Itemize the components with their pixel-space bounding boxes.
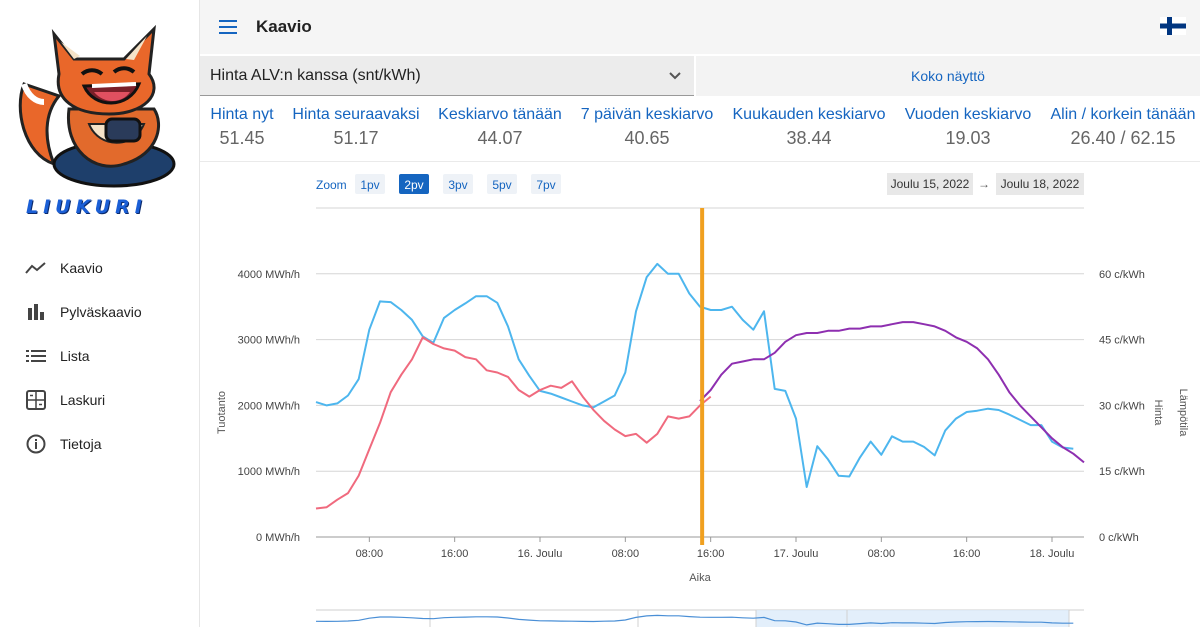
- stat-value: 51.45: [219, 128, 265, 148]
- line-chart-icon: [24, 256, 48, 280]
- left-axis-tick: 0 MWh/h: [256, 532, 300, 544]
- stats-bar: Hinta nyt 51.45 Hinta seuraavaksi 51.17 …: [200, 100, 1200, 162]
- sidebar-item-kaavio[interactable]: Kaavio: [0, 246, 200, 290]
- range-start-value: Joulu 15, 2022: [891, 177, 970, 191]
- stat-label: Hinta seuraavaksi: [292, 106, 420, 123]
- x-axis-tick: 16. Joulu: [518, 548, 563, 560]
- stat-label: Kuukauden keskiarvo: [732, 106, 886, 123]
- left-axis-title: Tuotanto: [216, 391, 228, 434]
- right-axis-title-price: Hinta: [1152, 400, 1164, 427]
- x-axis-tick: 16:00: [441, 548, 469, 560]
- stat-value: 51.17: [333, 128, 379, 148]
- sidebar-item-label: Kaavio: [60, 260, 103, 276]
- fox-logo: [18, 24, 176, 188]
- stat-min-max-today: Alin / korkein tänään 26.40 / 62.15: [1048, 106, 1198, 149]
- sidebar-item-label: Lista: [60, 348, 90, 364]
- zoom-label: Zoom: [316, 178, 347, 192]
- control-row: Hinta ALV:n kanssa (snt/kWh) Koko näyttö: [200, 56, 1200, 96]
- x-axis-tick: 08:00: [356, 548, 384, 560]
- price-type-select[interactable]: Hinta ALV:n kanssa (snt/kWh): [200, 56, 694, 96]
- sidebar-item-tietoja[interactable]: Tietoja: [0, 422, 200, 466]
- x-axis-tick: 08:00: [612, 548, 640, 560]
- x-axis-tick: 18. Joulu: [1030, 548, 1075, 560]
- chart-panel: Zoom 1pv 2pv 3pv 5pv 7pv Joulu 15, 2022 → Joulu …: [200, 163, 1200, 627]
- zoom-option-label: 2pv: [404, 178, 423, 192]
- stat-label: Alin / korkein tänään: [1050, 106, 1196, 123]
- calculator-icon: [24, 388, 48, 412]
- sidebar: LIUKURI Kaavio Pylväskaavio Lista Laskur…: [0, 0, 200, 627]
- stat-label: Vuoden keskiarvo: [904, 106, 1032, 123]
- stat-value: 19.03: [945, 128, 991, 148]
- zoom-option-label: 7pv: [536, 178, 555, 192]
- sidebar-item-pylvaskaavio[interactable]: Pylväskaavio: [0, 290, 200, 334]
- series-line-0: [315, 262, 1074, 488]
- right-axis-tick: 45 c/kWh: [1099, 335, 1145, 347]
- left-axis-tick: 1000 MWh/h: [238, 466, 300, 478]
- hamburger-menu-icon[interactable]: [200, 0, 256, 54]
- right-axis-tick: 60 c/kWh: [1099, 269, 1145, 281]
- zoom-option-label: 3pv: [448, 178, 467, 192]
- right-axis-tick: 15 c/kWh: [1099, 466, 1145, 478]
- chevron-down-icon: [669, 72, 681, 80]
- x-axis-tick: 16:00: [697, 548, 725, 560]
- price-production-chart[interactable]: Zoom 1pv 2pv 3pv 5pv 7pv Joulu 15, 2022 → Joulu …: [200, 163, 1200, 627]
- right-axis-tick: 0 c/kWh: [1099, 532, 1139, 544]
- sidebar-item-label: Pylväskaavio: [60, 304, 142, 320]
- app-root: LIUKURI Kaavio Pylväskaavio Lista Laskur…: [0, 0, 1200, 627]
- series-line-2: [699, 321, 1085, 464]
- sidebar-item-lista[interactable]: Lista: [0, 334, 200, 378]
- right-axis-tick: 30 c/kWh: [1099, 400, 1145, 412]
- stat-7-day-average: 7 päivän keskiarvo 40.65: [578, 106, 716, 149]
- page-title: Kaavio: [256, 17, 312, 36]
- stat-price-next: Hinta seuraavaksi 51.17: [290, 106, 422, 149]
- zoom-option-label: 5pv: [492, 178, 511, 192]
- sidebar-nav: Kaavio Pylväskaavio Lista Laskuri Tietoj…: [0, 246, 200, 466]
- x-axis-title: Aika: [689, 572, 711, 584]
- series-line-1: [315, 336, 712, 510]
- stat-value: 44.07: [477, 128, 523, 148]
- range-arrow-icon: →: [978, 177, 990, 191]
- bar-chart-icon: [24, 300, 48, 324]
- x-axis-tick: 16:00: [953, 548, 981, 560]
- stat-average-today: Keskiarvo tänään 44.07: [436, 106, 564, 149]
- left-axis-tick: 3000 MWh/h: [238, 335, 300, 347]
- app-logo-text: LIUKURI: [26, 196, 147, 218]
- stat-label: Keskiarvo tänään: [438, 106, 562, 123]
- top-bar: Kaavio: [200, 0, 1200, 54]
- left-axis-tick: 4000 MWh/h: [238, 269, 300, 281]
- stat-year-average: Vuoden keskiarvo 19.03: [902, 106, 1034, 149]
- stat-value: 40.65: [624, 128, 670, 148]
- x-axis-tick: 17. Joulu: [774, 548, 819, 560]
- stat-label: 7 päivän keskiarvo: [580, 106, 714, 123]
- stat-value: 26.40 / 62.15: [1070, 128, 1176, 148]
- x-axis-tick: 08:00: [868, 548, 896, 560]
- sidebar-item-laskuri[interactable]: Laskuri: [0, 378, 200, 422]
- stat-value: 38.44: [786, 128, 832, 148]
- info-icon: [24, 432, 48, 456]
- fullscreen-button[interactable]: Koko näyttö: [694, 56, 1200, 96]
- range-end-value: Joulu 18, 2022: [1001, 177, 1080, 191]
- price-type-select-value: Hinta ALV:n kanssa (snt/kWh): [210, 66, 421, 84]
- sidebar-item-label: Tietoja: [60, 436, 102, 452]
- stat-label: Hinta nyt: [210, 106, 274, 123]
- stat-month-average: Kuukauden keskiarvo 38.44: [730, 106, 888, 149]
- right-axis-title-temperature: Lämpötila: [1177, 389, 1189, 438]
- zoom-option-label: 1pv: [360, 178, 379, 192]
- left-axis-tick: 2000 MWh/h: [238, 400, 300, 412]
- finnish-flag-icon[interactable]: [1160, 17, 1186, 35]
- sidebar-item-label: Laskuri: [60, 392, 106, 408]
- list-icon: [24, 344, 48, 368]
- stat-price-now: Hinta nyt 51.45: [206, 106, 278, 149]
